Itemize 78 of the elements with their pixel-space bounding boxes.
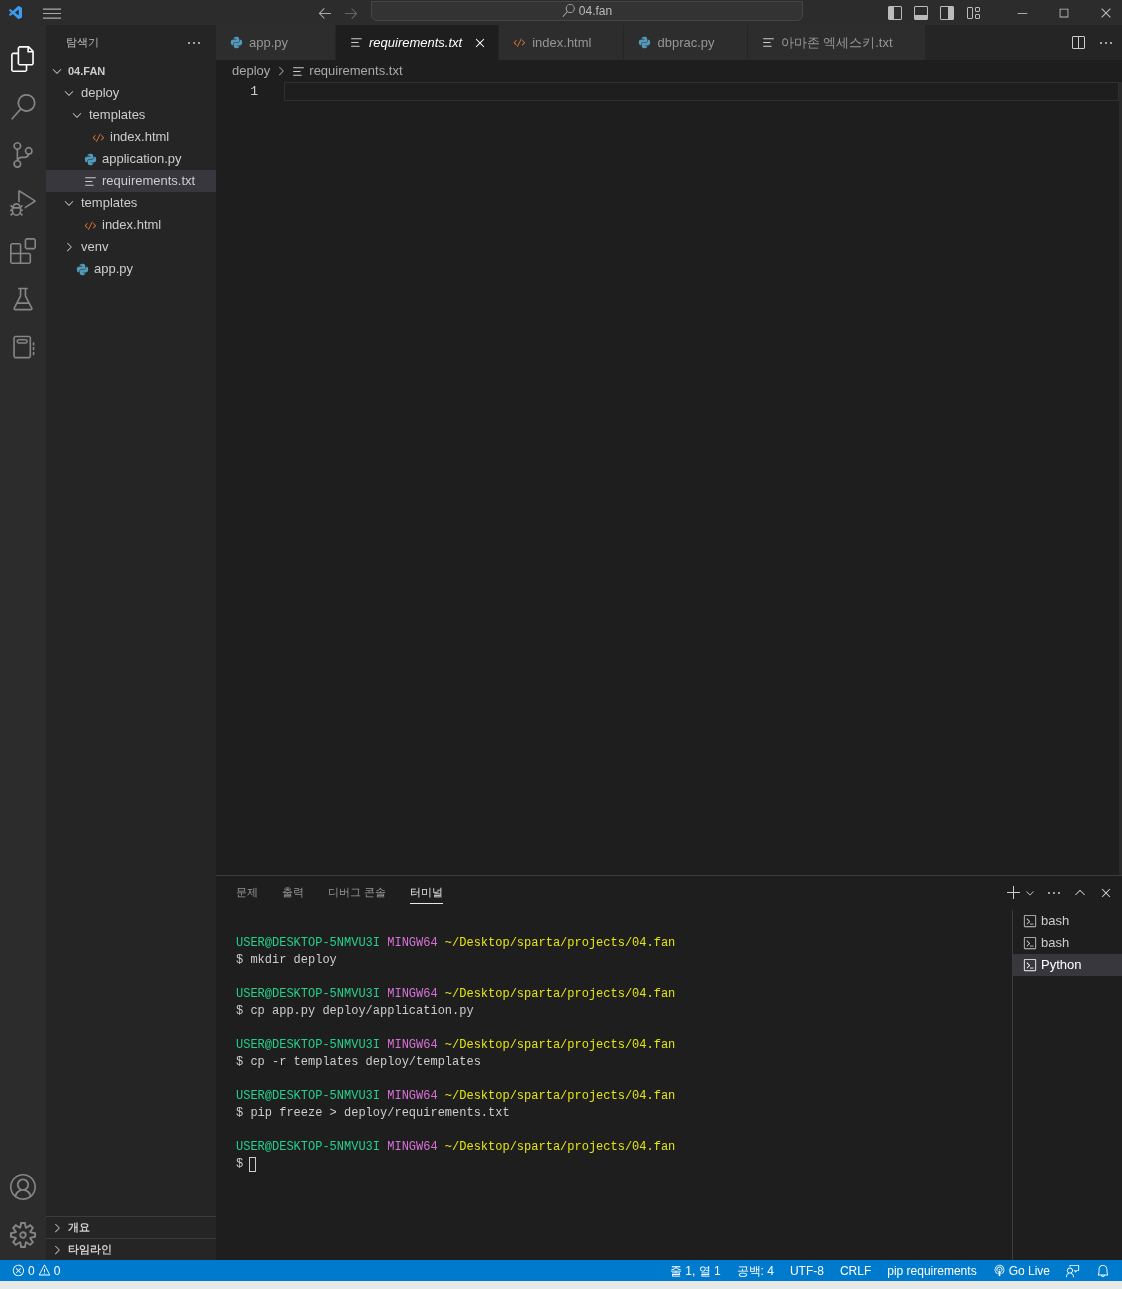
tree-item[interactable]: templates: [46, 192, 216, 214]
terminal-list-item[interactable]: Python: [1013, 954, 1122, 976]
tree-item[interactable]: 04.FAN: [46, 60, 216, 82]
section-header[interactable]: 개요: [46, 1216, 216, 1238]
flask-icon[interactable]: [10, 286, 36, 312]
status-item[interactable]: 줄 1, 열 1: [669, 1261, 721, 1280]
status-item[interactable]: pip requirements: [887, 1261, 977, 1280]
command-search-field[interactable]: 04.fan: [371, 0, 803, 21]
line-number: 1: [249, 83, 258, 101]
sidebar-toggle-icon[interactable]: [887, 4, 903, 21]
status-item[interactable]: UTF-8: [789, 1261, 824, 1280]
error-icon: [12, 1264, 25, 1277]
broadcast-icon: [992, 1264, 1006, 1277]
explorer-title: 탐색기: [66, 35, 99, 51]
terminal-prompt: USER@DESKTOP-5NMVU3I MINGW64 ~/Desktop/sparta/projects/04.fan: [236, 1139, 677, 1156]
tree-item[interactable]: application.py: [46, 148, 216, 170]
text-file-icon: [761, 36, 775, 49]
panel-tab[interactable]: 출력: [282, 882, 304, 904]
text-file-icon: [84, 174, 97, 188]
status-item[interactable]: CRLF: [839, 1261, 872, 1280]
terminal-icon: [1023, 914, 1037, 928]
account-icon[interactable]: [10, 1174, 36, 1200]
terminal-prompt: USER@DESKTOP-5NMVU3I MINGW64 ~/Desktop/sparta/projects/04.fan: [236, 1088, 677, 1105]
terminal-command: $: [236, 1156, 244, 1173]
editor-tab[interactable]: app.py: [216, 25, 336, 60]
terminal-icon: [1023, 958, 1037, 972]
panel-tab[interactable]: 디버그 콘솔: [328, 882, 387, 904]
editor-tab[interactable]: index.html: [499, 25, 625, 60]
app-logo-icon: [8, 4, 24, 21]
breadcrumb-item[interactable]: requirements.txt: [309, 61, 403, 81]
settings-icon[interactable]: [10, 1222, 36, 1248]
go-live-button[interactable]: Go Live: [992, 1261, 1050, 1280]
terminal-command: $ mkdir deploy: [236, 952, 337, 969]
python-file-icon: [76, 262, 89, 276]
editor-tab[interactable]: dbprac.py: [624, 25, 748, 60]
tree-item[interactable]: templates: [46, 104, 216, 126]
terminal-prompt: USER@DESKTOP-5NMVU3I MINGW64 ~/Desktop/sparta/projects/04.fan: [236, 935, 677, 952]
extensions-icon[interactable]: [10, 238, 36, 264]
notebook-icon[interactable]: [10, 334, 36, 360]
terminal-icon: [1023, 936, 1037, 950]
split-editor-icon[interactable]: [1070, 34, 1086, 51]
add-icon[interactable]: [1006, 885, 1022, 901]
python-file-icon: [638, 36, 652, 49]
panel-tab[interactable]: 터미널: [410, 882, 444, 904]
text-file-icon: [292, 64, 306, 78]
text-file-icon: [350, 36, 363, 49]
breadcrumb-item[interactable]: deploy: [232, 61, 271, 81]
panel-tab[interactable]: 문제: [236, 882, 258, 904]
terminal-prompt: USER@DESKTOP-5NMVU3I MINGW64 ~/Desktop/sparta/projects/04.fan: [236, 1037, 677, 1054]
search-icon: [561, 4, 575, 17]
search-icon[interactable]: [10, 94, 36, 120]
tree-item[interactable]: venv: [46, 236, 216, 258]
terminal-list-item[interactable]: bash: [1013, 910, 1122, 932]
warning-icon: [37, 1264, 51, 1277]
notifications-icon[interactable]: [1096, 1263, 1110, 1278]
status-item[interactable]: 공백: 4: [736, 1261, 774, 1280]
tree-item[interactable]: index.html: [46, 126, 216, 148]
layout-icon[interactable]: [965, 4, 981, 21]
problems-indicator[interactable]: 0 0: [12, 1261, 61, 1280]
terminal-list-item[interactable]: bash: [1013, 932, 1122, 954]
terminal-command: $ cp app.py deploy/application.py: [236, 1003, 474, 1020]
debug-icon[interactable]: [10, 190, 36, 216]
feedback-icon[interactable]: [1066, 1263, 1080, 1278]
tree-item[interactable]: index.html: [46, 214, 216, 236]
editor-tab[interactable]: 아마존 엑세스키.txt: [747, 25, 926, 60]
terminal-command: $ pip freeze > deploy/requirements.txt: [236, 1105, 510, 1122]
tree-item[interactable]: app.py: [46, 258, 216, 280]
files-icon[interactable]: [10, 46, 36, 72]
tree-item[interactable]: requirements.txt: [46, 170, 216, 192]
split-layout-icon[interactable]: [939, 4, 955, 21]
terminal-prompt: USER@DESKTOP-5NMVU3I MINGW64 ~/Desktop/sparta/projects/04.fan: [236, 986, 677, 1003]
python-file-icon: [230, 36, 243, 49]
branch-icon[interactable]: [10, 142, 36, 168]
terminal-command: $ cp -r templates deploy/templates: [236, 1054, 481, 1071]
python-file-icon: [84, 152, 97, 166]
panel-toggle-icon[interactable]: [913, 4, 929, 21]
tree-item[interactable]: deploy: [46, 82, 216, 104]
editor-tab[interactable]: requirements.txt: [336, 25, 500, 60]
